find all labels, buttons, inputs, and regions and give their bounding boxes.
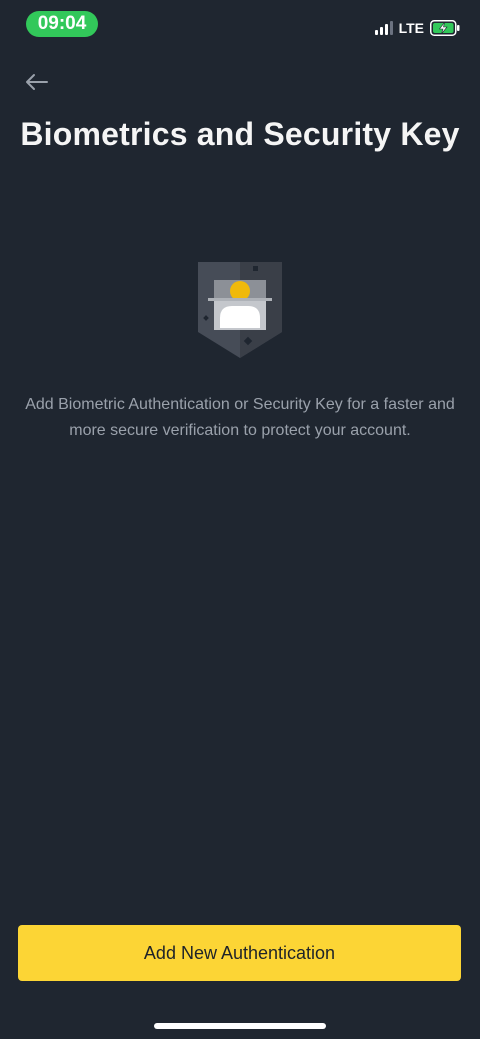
status-time: 09:04 (26, 11, 98, 37)
network-label: LTE (398, 20, 424, 36)
shield-user-icon (198, 262, 282, 358)
status-bar: 09:04 LTE (0, 0, 480, 48)
signal-icon (374, 21, 393, 35)
arrow-left-icon (26, 74, 48, 90)
add-new-authentication-button[interactable]: Add New Authentication (18, 925, 461, 981)
battery-charging-icon (430, 20, 460, 36)
back-button[interactable] (20, 66, 52, 98)
home-indicator[interactable] (154, 1023, 326, 1029)
status-indicators: LTE (374, 18, 460, 38)
page-title: Biometrics and Security Key (20, 116, 460, 152)
description-text: Add Biometric Authentication or Security… (25, 396, 455, 439)
